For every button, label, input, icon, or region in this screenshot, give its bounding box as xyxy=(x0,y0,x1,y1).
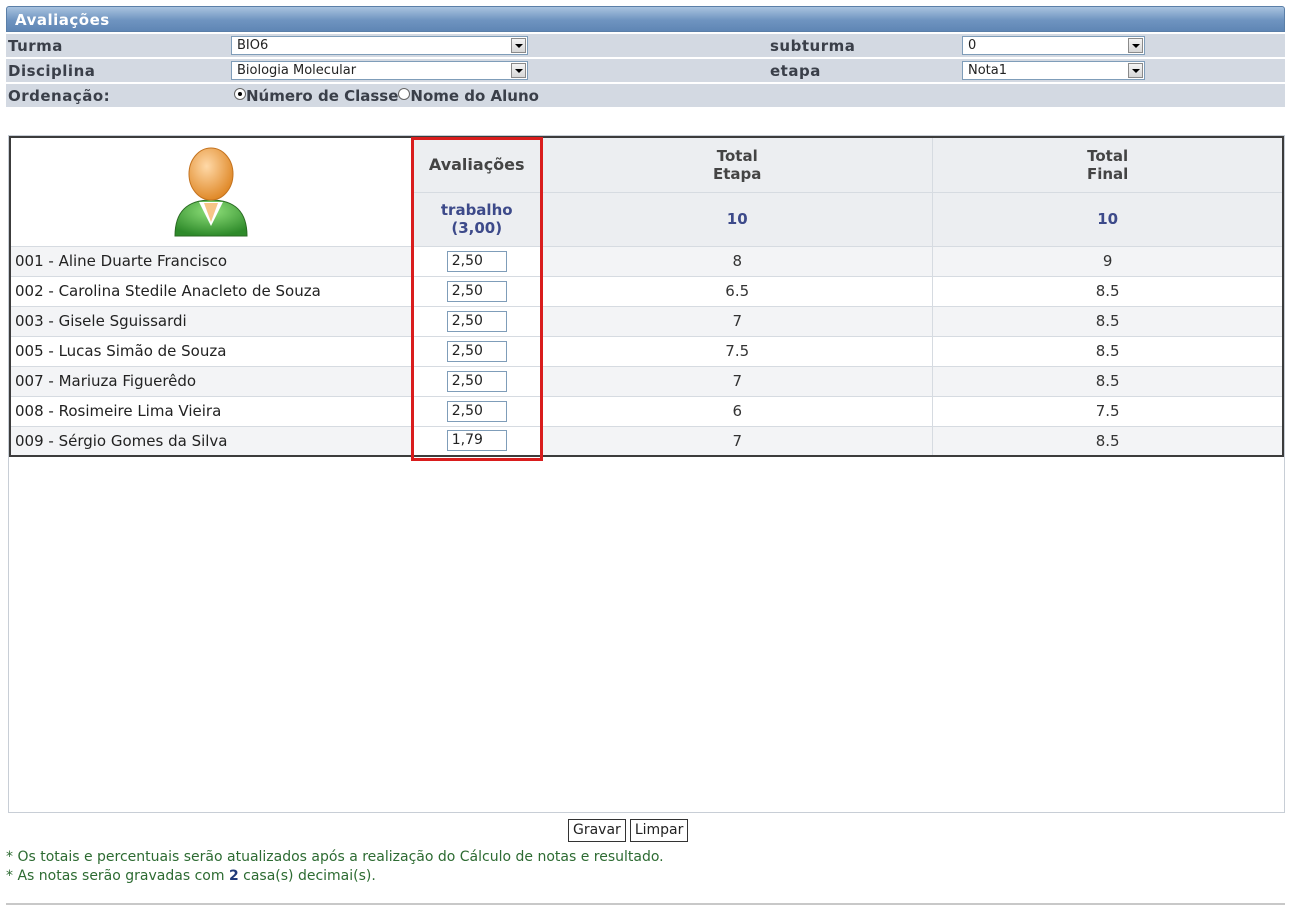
clear-button[interactable]: Limpar xyxy=(629,819,689,842)
total-final: 8.5 xyxy=(932,275,1284,307)
total-etapa: 6 xyxy=(541,395,934,427)
trabalho-weight: (3,00) xyxy=(451,219,503,237)
grade-input[interactable]: 2,50 xyxy=(446,340,507,362)
total-final: 8.5 xyxy=(932,335,1284,367)
student-name: 009 - Sérgio Gomes da Silva xyxy=(9,425,413,457)
total-final: 8.5 xyxy=(932,305,1284,337)
etapa-value: Nota1 xyxy=(968,63,1008,78)
subturma-label: subturma xyxy=(770,37,856,55)
final-max: 10 xyxy=(932,191,1284,247)
etapa-max: 10 xyxy=(541,191,934,247)
turma-value: BIO6 xyxy=(237,38,269,53)
chevron-down-icon[interactable] xyxy=(511,63,526,78)
radio-nome-aluno-label: Nome do Aluno xyxy=(410,87,539,105)
save-button[interactable]: Gravar xyxy=(568,819,626,842)
student-avatar-icon xyxy=(174,147,248,237)
radio-nome-aluno[interactable] xyxy=(398,88,411,100)
total-final-header: Total Final xyxy=(932,136,1284,193)
disciplina-value: Biologia Molecular xyxy=(237,63,357,78)
note-decimals-prefix: * As notas serão gravadas com xyxy=(6,868,229,884)
table-row: 007 - Mariuza Figuerêdo 2,50 7 8.5 xyxy=(9,365,1284,397)
turma-select[interactable]: BIO6 xyxy=(231,36,528,55)
total-etapa-line2: Etapa xyxy=(713,164,762,183)
turma-label: Turma xyxy=(8,37,63,55)
etapa-select[interactable]: Nota1 xyxy=(962,61,1145,80)
disciplina-row: Disciplina Biologia Molecular etapa Nota… xyxy=(6,57,1285,82)
total-final: 8.5 xyxy=(932,365,1284,397)
ordenacao-options: Número de Classe Nome do Aluno xyxy=(234,86,539,105)
total-etapa-header: Total Etapa xyxy=(541,136,934,193)
disciplina-label: Disciplina xyxy=(8,62,96,80)
total-etapa: 7.5 xyxy=(541,335,934,367)
grade-input[interactable]: 2,50 xyxy=(446,370,507,392)
total-final-line2: Final xyxy=(1086,164,1129,183)
radio-numero-classe-label: Número de Classe xyxy=(246,87,399,105)
student-name: 005 - Lucas Simão de Souza xyxy=(9,335,413,367)
student-name: 003 - Gisele Sguissardi xyxy=(9,305,413,337)
grade-input[interactable]: 1,79 xyxy=(446,430,507,452)
grade-input[interactable]: 2,50 xyxy=(446,400,507,422)
total-etapa-line1: Total xyxy=(716,146,758,165)
table-row: 009 - Sérgio Gomes da Silva 1,79 7 8.5 xyxy=(9,425,1284,457)
total-final: 8.5 xyxy=(932,425,1284,457)
total-final: 7.5 xyxy=(932,395,1284,427)
grade-input[interactable]: 2,50 xyxy=(446,310,507,332)
student-name: 001 - Aline Duarte Francisco xyxy=(9,245,413,277)
note-decimals: * As notas serão gravadas com 2 casa(s) … xyxy=(6,868,376,884)
chevron-down-icon[interactable] xyxy=(1128,38,1143,53)
radio-numero-classe[interactable] xyxy=(234,88,246,100)
chevron-down-icon[interactable] xyxy=(511,38,526,53)
table-row: 003 - Gisele Sguissardi 2,50 7 8.5 xyxy=(9,305,1284,337)
note-decimals-count: 2 xyxy=(228,868,239,884)
trabalho-header: trabalho (3,00) xyxy=(411,191,543,247)
action-buttons: Gravar Limpar xyxy=(568,819,692,842)
page-title: Avaliações xyxy=(6,6,1285,32)
disciplina-select[interactable]: Biologia Molecular xyxy=(231,61,528,80)
subturma-select[interactable]: 0 xyxy=(962,36,1145,55)
table-header-row: Avaliações Total Etapa Total Final xyxy=(9,136,1284,247)
grades-table: Avaliações Total Etapa Total Final traba… xyxy=(9,136,1284,457)
ordenacao-row: Ordenação: Número de Classe Nome do Aluno xyxy=(6,82,1285,107)
table-row: 005 - Lucas Simão de Souza 2,50 7.5 8.5 xyxy=(9,335,1284,367)
student-name: 002 - Carolina Stedile Anacleto de Souza xyxy=(9,275,413,307)
chevron-down-icon[interactable] xyxy=(1128,63,1143,78)
note-totals: * Os totais e percentuais serão atualiza… xyxy=(6,849,664,865)
etapa-label: etapa xyxy=(770,62,821,80)
avaliacoes-form: Avaliações Turma BIO6 subturma 0 Discipl… xyxy=(6,6,1285,107)
total-final: 9 xyxy=(932,245,1284,277)
total-final-line1: Total xyxy=(1087,146,1129,165)
grade-input[interactable]: 2,50 xyxy=(446,250,507,272)
total-etapa: 7 xyxy=(541,365,934,397)
table-row: 001 - Aline Duarte Francisco 2,50 8 9 xyxy=(9,245,1284,277)
student-name: 007 - Mariuza Figuerêdo xyxy=(9,365,413,397)
avaliacoes-header: Avaliações xyxy=(411,136,543,193)
trabalho-label: trabalho xyxy=(440,201,513,219)
total-etapa: 7 xyxy=(541,305,934,337)
table-row: 002 - Carolina Stedile Anacleto de Souza… xyxy=(9,275,1284,307)
subturma-value: 0 xyxy=(968,38,977,53)
bottom-divider xyxy=(6,903,1285,905)
grade-input[interactable]: 2,50 xyxy=(446,280,507,302)
ordenacao-label: Ordenação: xyxy=(8,87,111,105)
total-etapa: 7 xyxy=(541,425,934,457)
total-etapa: 6.5 xyxy=(541,275,934,307)
total-etapa: 8 xyxy=(541,245,934,277)
note-decimals-suffix: casa(s) decimai(s). xyxy=(238,868,376,884)
turma-row: Turma BIO6 subturma 0 xyxy=(6,32,1285,57)
student-name: 008 - Rosimeire Lima Vieira xyxy=(9,395,413,427)
table-row: 008 - Rosimeire Lima Vieira 2,50 6 7.5 xyxy=(9,395,1284,427)
student-avatar-cell xyxy=(9,136,413,247)
